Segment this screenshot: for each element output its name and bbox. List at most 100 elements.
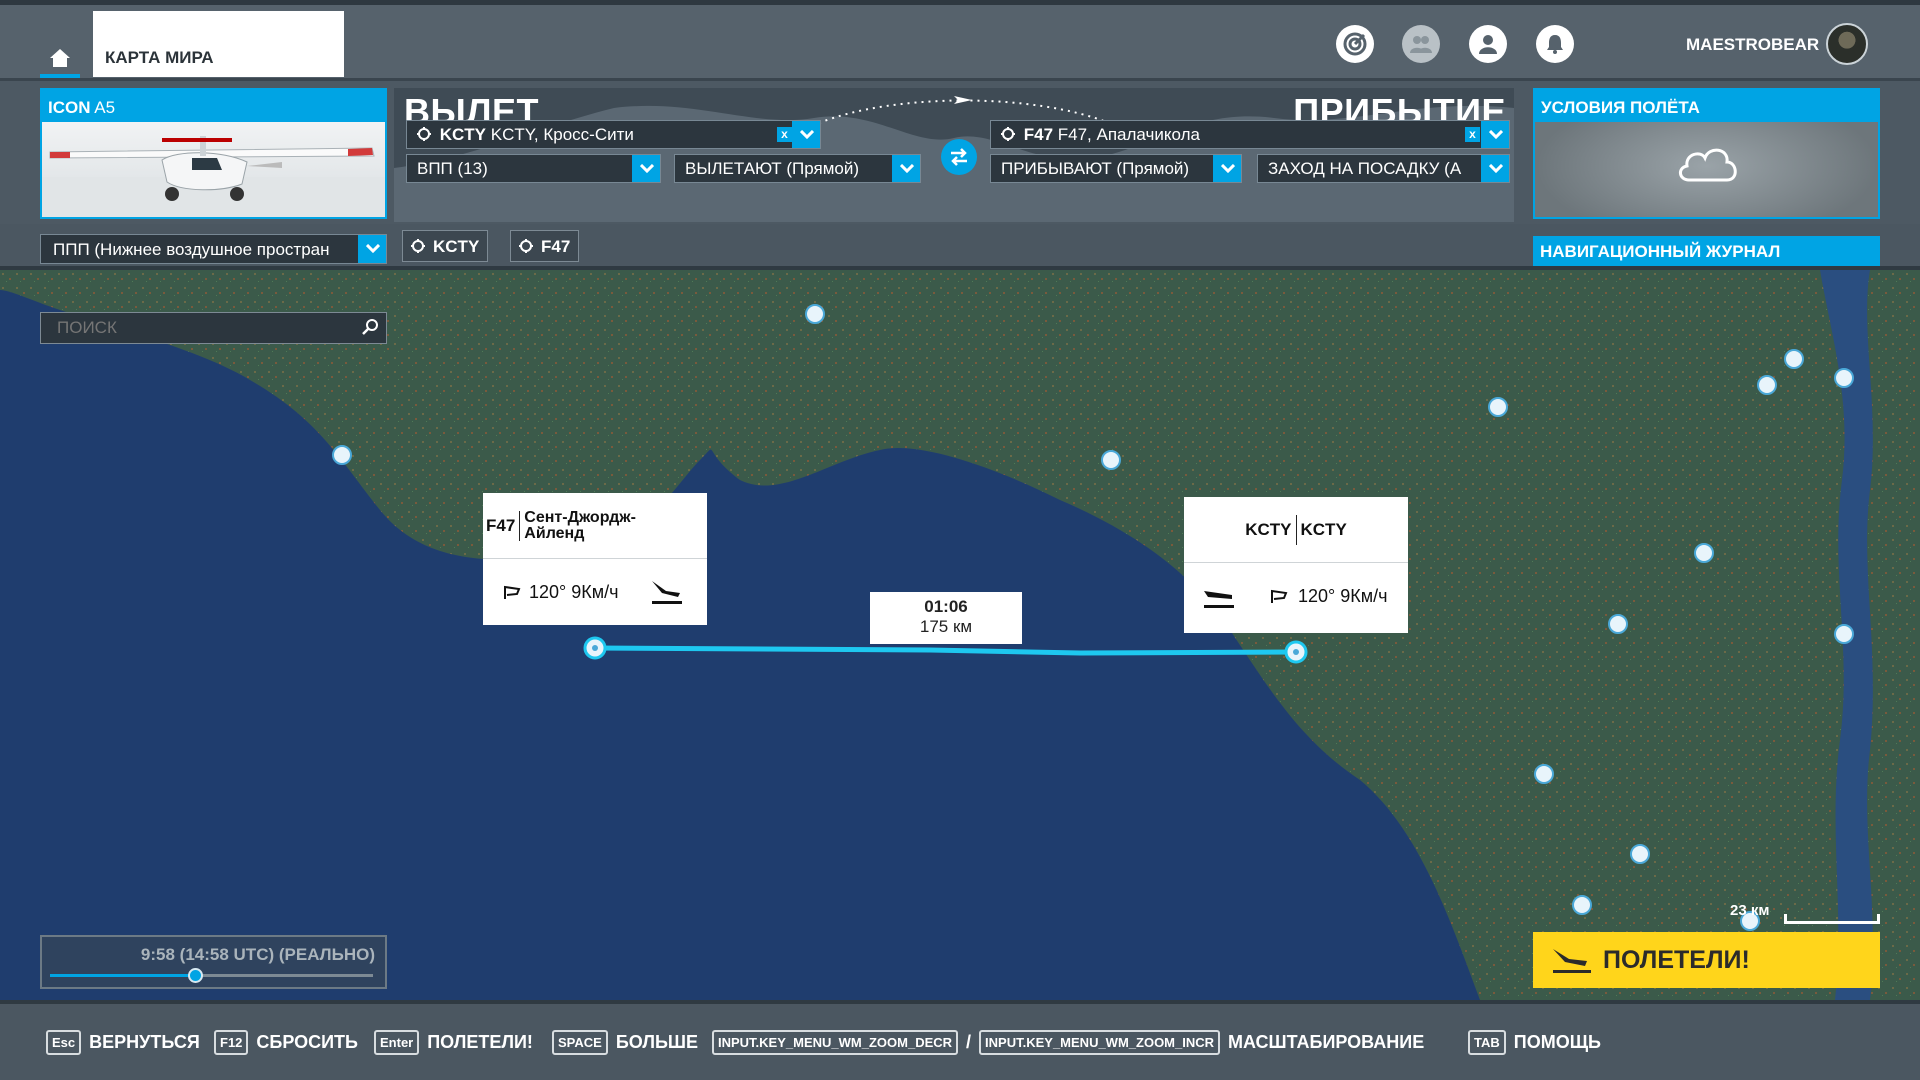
arrival-type-dropdown[interactable]	[1213, 155, 1241, 182]
key-cap: F12	[214, 1030, 249, 1055]
destination-wind: 120° 9Км/ч	[1298, 585, 1388, 606]
runway-select[interactable]: ВПП (13)	[406, 154, 661, 183]
key-cap-zoom-out: INPUT.KEY_MENU_WM_ZOOM_DECR	[712, 1030, 959, 1055]
search-input[interactable]	[41, 313, 341, 343]
arrival-code: F47	[1023, 125, 1054, 144]
destination-name: KCTY	[1300, 519, 1347, 539]
search-icon	[362, 319, 378, 335]
home-button[interactable]	[40, 39, 80, 79]
time-slider-handle[interactable]	[188, 968, 203, 983]
time-label: 9:58 (14:58 UTC) (РЕАЛЬНО)	[140, 945, 375, 964]
hotkey-back[interactable]: Esc ВЕРНУТЬСЯ	[46, 1030, 200, 1055]
flight-conditions-card[interactable]: УСЛОВИЯ ПОЛЁТА	[1533, 88, 1880, 219]
friends-button[interactable]	[1402, 25, 1440, 63]
swap-airports-button[interactable]	[941, 139, 977, 175]
hotkey-help[interactable]: TAB ПОМОЩЬ	[1468, 1030, 1601, 1055]
origin-card-header: F47 Сент-Джордж-Айленд	[483, 493, 707, 559]
clear-departure-button[interactable]: x	[777, 127, 792, 142]
key-cap: SPACE	[552, 1030, 608, 1055]
destination-code: KCTY	[1245, 514, 1297, 545]
landing-icon	[1204, 591, 1234, 608]
fly-button[interactable]: ПОЛЕТЕЛИ!	[1533, 932, 1880, 988]
activity-icon	[1343, 32, 1367, 56]
airport-icon	[1001, 127, 1015, 141]
route-selector: ВЫЛЕТ ПРИБЫТИЕ KCTY KCTY, Кросс-Сити x В…	[394, 88, 1514, 222]
scale-bar	[1784, 914, 1880, 924]
key-cap: Enter	[374, 1030, 420, 1055]
windsock-icon	[504, 585, 521, 599]
tab-world-map[interactable]: КАРТА МИРА	[93, 11, 344, 77]
departure-type-select[interactable]: ВЫЛЕТАЮТ (Прямой)	[674, 154, 921, 183]
destination-card-wind: 120° 9Км/ч	[1184, 563, 1408, 629]
hotkey-label: БОЛЬШЕ	[615, 1032, 698, 1052]
waypoint-label: F47	[541, 237, 571, 256]
aircraft-title: ICON A5	[42, 90, 385, 122]
key-cap: TAB	[1468, 1030, 1506, 1055]
top-bar: КАРТА МИРА MAESTROBEAR	[0, 0, 1920, 79]
origin-code: F47	[483, 510, 521, 541]
hotkey-label: СБРОСИТЬ	[256, 1032, 358, 1052]
departure-dropdown[interactable]	[792, 121, 820, 148]
hotkey-more[interactable]: SPACE БОЛЬШЕ	[552, 1030, 698, 1055]
hotkey-reset[interactable]: F12 СБРОСИТЬ	[214, 1030, 358, 1055]
windsock-icon	[1271, 589, 1288, 603]
key-cap-zoom-in: INPUT.KEY_MENU_WM_ZOOM_INCR	[979, 1030, 1221, 1055]
profile-button[interactable]	[1469, 25, 1507, 63]
notifications-icon	[1547, 35, 1563, 54]
arrival-name: F47, Апалачикола	[1057, 125, 1200, 144]
departure-icon	[652, 581, 683, 604]
hotkey-zoom[interactable]: INPUT.KEY_MENU_WM_ZOOM_DECR / INPUT.KEY_…	[712, 1030, 1424, 1055]
approach-select[interactable]: ЗАХОД НА ПОСАДКУ (А	[1257, 154, 1510, 183]
home-icon	[50, 49, 70, 67]
avatar[interactable]	[1826, 23, 1868, 65]
username[interactable]: MAESTROBEAR	[1686, 35, 1819, 55]
waypoint-chip-f47[interactable]: F47	[510, 230, 580, 262]
arrival-dropdown[interactable]	[1481, 121, 1509, 148]
origin-airport-card[interactable]: F47 Сент-Джордж-Айленд 120° 9Км/ч	[483, 493, 707, 625]
chevron-down-icon	[639, 164, 654, 173]
approach-value: ЗАХОД НА ПОСАДКУ (А	[1268, 159, 1462, 178]
arrival-type-value: ПРИБЫВАЮТ (Прямой)	[1001, 159, 1190, 178]
hotkey-fly[interactable]: Enter ПОЛЕТЕЛИ!	[374, 1030, 533, 1055]
flight-rules-value: ППП (Нижнее воздушное простран	[53, 240, 330, 259]
leg-summary: 01:06 175 км	[870, 592, 1022, 644]
notifications-button[interactable]	[1536, 25, 1574, 63]
activity-button[interactable]	[1336, 25, 1374, 63]
airport-icon	[417, 127, 431, 141]
leg-distance: 175 км	[919, 617, 973, 636]
world-map[interactable]: F47 Сент-Джордж-Айленд 120° 9Км/ч KCTY K…	[0, 270, 1920, 1000]
departure-type-dropdown[interactable]	[892, 155, 920, 182]
nav-log-button[interactable]: НАВИГАЦИОННЫЙ ЖУРНАЛ	[1533, 236, 1880, 266]
destination-card-header: KCTY KCTY	[1184, 497, 1408, 563]
runway-dropdown[interactable]	[632, 155, 660, 182]
chevron-down-icon	[365, 244, 380, 253]
aircraft-model: A5	[94, 98, 116, 117]
flight-rules-select[interactable]: ППП (Нижнее воздушное простран	[40, 234, 387, 264]
aircraft-card[interactable]: ICON A5	[40, 88, 387, 219]
departure-code: KCTY	[439, 125, 487, 144]
flight-rules-dropdown[interactable]	[358, 235, 386, 263]
arrival-type-select[interactable]: ПРИБЫВАЮТ (Прямой)	[990, 154, 1242, 183]
flight-planner-panel: ICON A5 ВЫЛЕТ ПРИБЫТИЕ KCTY KCTY, Кросс-…	[0, 78, 1920, 224]
time-slider[interactable]: 9:58 (14:58 UTC) (РЕАЛЬНО)	[40, 935, 387, 989]
approach-dropdown[interactable]	[1481, 155, 1509, 182]
departure-name: KCTY, Кросс-Сити	[490, 125, 634, 144]
origin-wind: 120° 9Км/ч	[529, 581, 619, 602]
friends-icon	[1410, 36, 1432, 53]
destination-airport-card[interactable]: KCTY KCTY 120° 9Км/ч	[1184, 497, 1408, 633]
chevron-down-icon	[799, 130, 814, 139]
hotkey-label: ВЕРНУТЬСЯ	[89, 1032, 200, 1052]
origin-card-wind: 120° 9Км/ч	[483, 559, 707, 625]
arrival-airport-field[interactable]: F47 F47, Апалачикола x	[990, 120, 1510, 149]
chevron-down-icon	[1488, 164, 1503, 173]
departure-airport-field[interactable]: KCTY KCTY, Кросс-Сити x	[406, 120, 821, 149]
waypoint-chip-kcty[interactable]: KCTY	[402, 230, 489, 262]
hotkey-separator: /	[966, 1032, 972, 1052]
clear-arrival-button[interactable]: x	[1465, 127, 1480, 142]
hotkey-bar: Esc ВЕРНУТЬСЯ F12 СБРОСИТЬ Enter ПОЛЕТЕЛ…	[0, 1000, 1920, 1080]
time-fill	[50, 974, 194, 977]
hotkey-label: ПОЛЕТЕЛИ!	[427, 1032, 533, 1052]
leg-time: 01:06	[924, 597, 968, 616]
search-box[interactable]	[40, 312, 387, 344]
aircraft-maker: ICON	[48, 98, 91, 117]
